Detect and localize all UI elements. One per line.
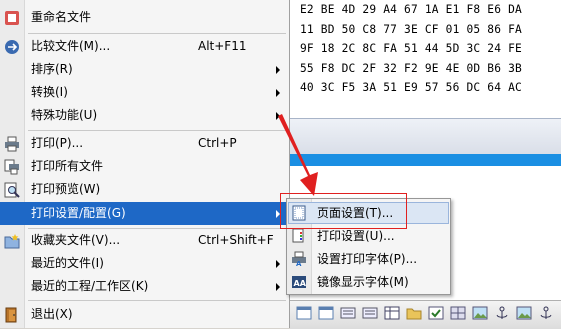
menu-item-recent-projects[interactable]: 最近的工程/工作区(K) <box>0 275 289 298</box>
check-icon[interactable] <box>428 306 444 320</box>
menu-separator <box>28 130 286 131</box>
selected-row-strip <box>290 154 561 166</box>
compare-icon <box>5 40 19 54</box>
hex-line: 11 BD 50 C8 77 3E CF 01 05 86 FA <box>300 22 522 36</box>
menu-item-print-setup[interactable]: 打印设置/配置(G) <box>0 202 289 225</box>
submenu-arrow-icon <box>276 260 280 268</box>
list-icon[interactable] <box>362 306 378 320</box>
menu-separator <box>28 33 286 34</box>
favorites-icon <box>4 234 20 249</box>
hex-line: 9F 18 2C 8C FA 51 44 5D 3C 24 FE <box>300 42 522 55</box>
annotation-arrow-icon <box>278 114 318 196</box>
menu-item-label: 转换(I) <box>31 85 68 99</box>
mirror-font-icon: AA <box>292 276 307 288</box>
svg-text:AA: AA <box>294 279 307 288</box>
menu-item-label: 打印设置/配置(G) <box>31 206 126 220</box>
rename-icon <box>5 11 19 25</box>
list-icon[interactable] <box>340 306 356 320</box>
print-font-icon: A <box>292 251 306 267</box>
menu-item-print-font[interactable]: A 设置打印字体(P)... <box>288 248 449 270</box>
hex-editor-view[interactable]: E2 BE 4D 29 A4 67 1A E1 F8 E6 DA 11 BD 5… <box>290 0 561 118</box>
menu-item-special[interactable]: 特殊功能(U) <box>0 104 289 127</box>
panel-header <box>290 118 561 155</box>
menu-item-label: 打印(P)... <box>31 136 84 150</box>
menu-item-shortcut: Ctrl+Shift+F <box>198 233 274 247</box>
exit-icon <box>5 307 17 323</box>
window-icon[interactable] <box>296 306 312 320</box>
menu-item-shortcut: Ctrl+P <box>198 136 237 150</box>
menu-item-recent-files[interactable]: 最近的文件(I) <box>0 252 289 275</box>
menu-item-label: 比较文件(M)... <box>31 39 111 53</box>
menu-item-label: 收藏夹文件(V)... <box>31 233 121 247</box>
bottom-toolbar <box>290 300 561 329</box>
menu-item-label: 特殊功能(U) <box>31 108 98 122</box>
hex-line: 55 F8 DC 2F 32 F2 9E 4E 0D B6 3B <box>300 61 522 75</box>
menu-separator <box>28 300 286 301</box>
anchor-icon[interactable] <box>538 306 554 320</box>
image-icon[interactable] <box>516 306 532 320</box>
print-settings-icon <box>292 228 304 243</box>
menu-item-label: 最近的工程/工作区(K) <box>31 279 149 293</box>
menu-item-print-preview[interactable]: 打印预览(W) <box>0 178 289 201</box>
menu-item-compare[interactable]: 比较文件(M)... Alt+F11 <box>0 35 289 58</box>
print-preview-icon <box>4 182 20 198</box>
svg-text:A: A <box>296 260 302 267</box>
submenu-arrow-icon <box>276 283 280 291</box>
menu-item-mirror-font[interactable]: AA 镜像显示字体(M) <box>288 271 449 293</box>
print-all-icon <box>4 159 19 175</box>
grid-icon[interactable] <box>450 306 466 320</box>
folder-icon[interactable] <box>406 306 422 320</box>
menu-item-label: 打印预览(W) <box>31 182 101 196</box>
menu-item-label: 退出(X) <box>31 307 73 321</box>
menu-item-label: 镜像显示字体(M) <box>317 275 409 289</box>
menu-item-label: 打印所有文件 <box>31 159 104 173</box>
submenu-arrow-icon <box>276 66 280 74</box>
menu-item-print-all[interactable]: 打印所有文件 <box>0 155 289 178</box>
submenu-arrow-icon <box>276 89 280 97</box>
menu-item-rename[interactable]: 重命名文件 <box>0 6 289 29</box>
printer-icon <box>5 136 19 152</box>
menu-item-shortcut: Alt+F11 <box>198 39 247 53</box>
menu-item-label: 排序(R) <box>31 62 73 76</box>
anchor-icon[interactable] <box>494 306 510 320</box>
table-icon[interactable] <box>384 306 400 320</box>
menu-item-sort[interactable]: 排序(R) <box>0 58 289 81</box>
menu-item-label: 重命名文件 <box>31 10 92 24</box>
image-icon[interactable] <box>472 306 488 320</box>
menu-item-label: 最近的文件(I) <box>31 256 104 270</box>
menu-item-exit[interactable]: 退出(X) <box>0 303 289 326</box>
menu-item-convert[interactable]: 转换(I) <box>0 81 289 104</box>
menu-item-label: 设置打印字体(P)... <box>317 252 418 266</box>
hex-line: E2 BE 4D 29 A4 67 1A E1 F8 E6 DA <box>300 3 522 16</box>
window-icon[interactable] <box>318 306 334 320</box>
menu-item-favorites[interactable]: 收藏夹文件(V)... Ctrl+Shift+F <box>0 229 289 252</box>
hex-line: 40 3C F5 3A 51 E9 57 56 DC 64 AC <box>300 81 522 94</box>
file-menu: 重命名文件 比较文件(M)... Alt+F11 排序(R) 转换(I) 特殊功… <box>0 0 290 328</box>
menu-item-print[interactable]: 打印(P)... Ctrl+P <box>0 132 289 155</box>
